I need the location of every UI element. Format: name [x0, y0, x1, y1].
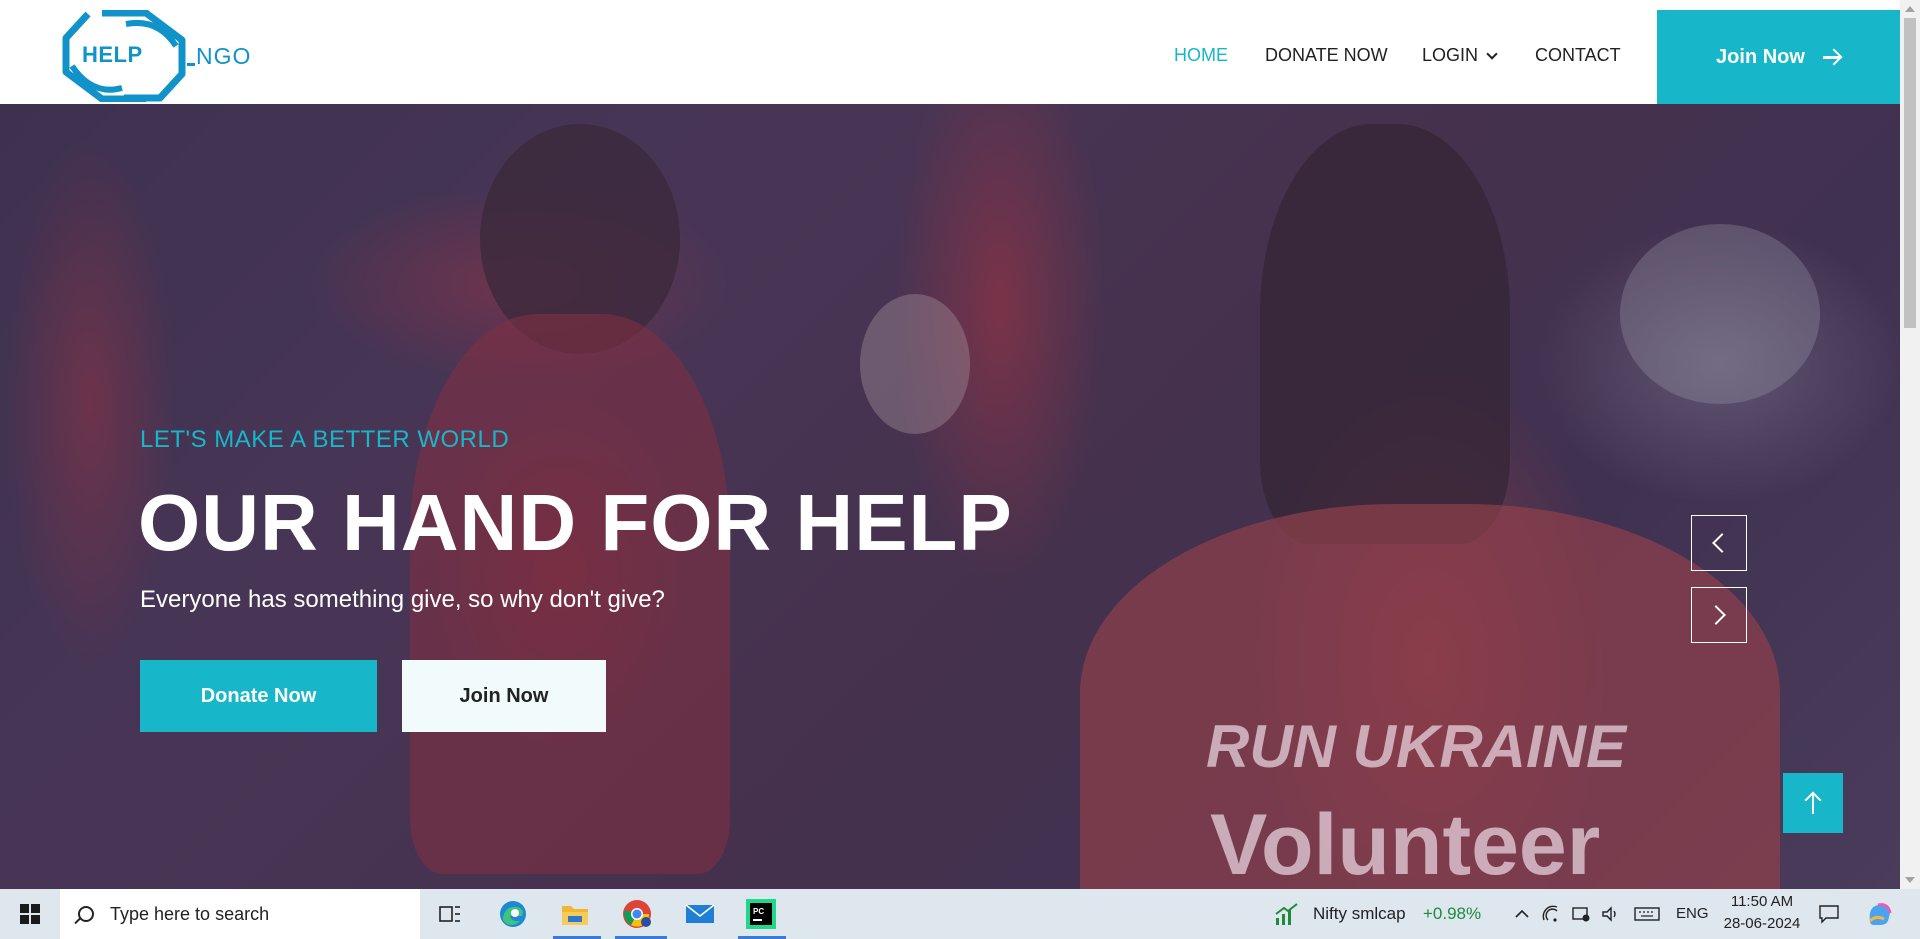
- hero-subtitle: LET'S MAKE A BETTER WORLD: [140, 426, 510, 453]
- shirt-print: RUN UKRAINE: [1206, 713, 1626, 780]
- hero-slider: RUN UKRAINE Volunteer LET'S MAKE A BETTE…: [0, 104, 1900, 889]
- hero-join-button[interactable]: Join Now: [402, 660, 606, 732]
- wifi-icon[interactable]: [1541, 904, 1561, 924]
- network-icon[interactable]: [1571, 904, 1591, 924]
- search-icon: [78, 906, 94, 922]
- shirt-print: Volunteer: [1210, 797, 1601, 889]
- arrow-right-icon: [1822, 49, 1841, 65]
- windows-logo-icon: [20, 904, 40, 924]
- hero-donate-button[interactable]: Donate Now: [140, 660, 377, 732]
- chevron-left-icon: [1712, 533, 1732, 553]
- hero-text: Everyone has something give, so why don'…: [140, 586, 665, 613]
- taskbar-search[interactable]: Type here to search: [60, 889, 420, 939]
- scroll-up-arrow-icon[interactable]: [1905, 6, 1915, 12]
- svg-text:PC: PC: [753, 907, 764, 916]
- speaker-icon[interactable]: [1600, 904, 1620, 924]
- search-placeholder: Type here to search: [110, 903, 270, 924]
- slider-next-button[interactable]: [1691, 587, 1747, 643]
- back-to-top-button[interactable]: [1783, 773, 1843, 833]
- header-join-button[interactable]: Join Now: [1657, 10, 1900, 104]
- logo-ngo-text: NGO: [196, 43, 252, 69]
- logo-divider: [187, 63, 195, 66]
- scroll-down-arrow-icon[interactable]: [1905, 877, 1915, 883]
- stock-chart-icon[interactable]: [1274, 902, 1300, 926]
- stock-change: +0.98%: [1423, 904, 1482, 923]
- arrow-up-icon: [1805, 792, 1821, 814]
- slider-prev-button[interactable]: [1691, 515, 1747, 571]
- chrome-browser-icon[interactable]: [620, 897, 654, 931]
- chevron-up-icon[interactable]: [1512, 904, 1532, 924]
- clock-date[interactable]: 28-06-2024: [1722, 915, 1802, 932]
- start-button[interactable]: [0, 889, 60, 939]
- file-explorer-icon[interactable]: [558, 897, 592, 931]
- nav-home[interactable]: HOME: [1174, 44, 1228, 66]
- nav-contact[interactable]: CONTACT: [1535, 44, 1621, 66]
- nav-login-label: LOGIN: [1422, 45, 1479, 65]
- pycharm-icon[interactable]: PC: [744, 897, 778, 931]
- chevron-down-icon: [1486, 48, 1498, 60]
- logo-mark: HELP: [62, 10, 186, 102]
- copilot-icon[interactable]: [1866, 901, 1894, 927]
- nav-login[interactable]: LOGIN: [1422, 44, 1498, 66]
- logo-help-text: HELP: [80, 42, 145, 68]
- task-view-icon[interactable]: [433, 897, 467, 931]
- nav-donate-now[interactable]: DONATE NOW: [1265, 44, 1388, 66]
- keyboard-icon[interactable]: [1634, 904, 1660, 924]
- scroll-thumb[interactable]: [1904, 18, 1916, 328]
- stock-name[interactable]: Nifty smlcap: [1313, 904, 1406, 924]
- page-scrollbar[interactable]: [1900, 0, 1920, 889]
- logo[interactable]: HELP NGO: [62, 10, 272, 102]
- clock-time[interactable]: 11:50 AM: [1726, 893, 1798, 910]
- hero-title: OUR HAND FOR HELP: [138, 478, 1013, 567]
- header-join-label: Join Now: [1716, 45, 1805, 68]
- input-language[interactable]: ENG: [1676, 905, 1709, 922]
- site-header: HELP NGO HOME DONATE NOW LOGIN CONTACT J…: [0, 0, 1900, 104]
- chevron-right-icon: [1706, 605, 1726, 625]
- mail-icon[interactable]: [683, 897, 717, 931]
- notification-icon[interactable]: [1818, 904, 1840, 924]
- edge-browser-icon[interactable]: [496, 897, 530, 931]
- windows-taskbar: Type here to search PC Nifty smlcap +0.9…: [0, 889, 1920, 939]
